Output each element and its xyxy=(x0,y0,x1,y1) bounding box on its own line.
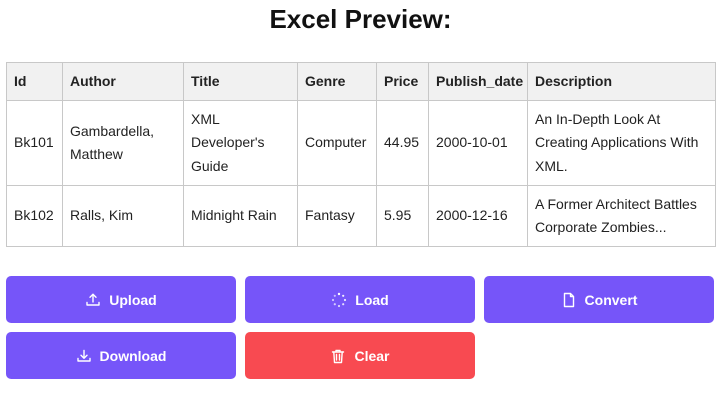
cell-title: XML Developer's Guide xyxy=(183,100,298,186)
cell-id: Bk102 xyxy=(6,185,63,247)
cell-genre: Computer xyxy=(297,100,377,186)
cell-publish-date: 2000-12-16 xyxy=(428,185,528,247)
column-header-title: Title xyxy=(183,62,298,101)
column-header-publish-date: Publish_date xyxy=(428,62,528,101)
page-title: Excel Preview: xyxy=(269,4,452,34)
file-icon xyxy=(561,292,577,308)
cell-author: Ralls, Kim xyxy=(62,185,184,247)
column-header-price: Price xyxy=(376,62,429,101)
cell-publish-date: 2000-10-01 xyxy=(428,100,528,186)
table-header-row: Id Author Title Genre Price Publish_date… xyxy=(6,62,716,101)
column-header-author: Author xyxy=(62,62,184,101)
excel-preview-table: Id Author Title Genre Price Publish_date… xyxy=(6,62,716,247)
cell-description: A Former Architect Battles Corporate Zom… xyxy=(527,185,716,247)
upload-button-label: Upload xyxy=(109,291,157,308)
download-button-label: Download xyxy=(99,347,167,364)
cell-author: Gambardella, Matthew xyxy=(62,100,184,186)
load-button-label: Load xyxy=(355,291,389,308)
column-header-description: Description xyxy=(527,62,716,101)
trash-icon xyxy=(330,348,346,364)
cell-title: Midnight Rain xyxy=(183,185,298,247)
upload-icon xyxy=(85,292,101,308)
spinner-icon xyxy=(331,292,347,308)
cell-genre: Fantasy xyxy=(297,185,377,247)
table-row: Bk101 Gambardella, Matthew XML Developer… xyxy=(6,100,716,186)
cell-id: Bk101 xyxy=(6,100,63,186)
convert-button-label: Convert xyxy=(584,291,638,308)
load-button[interactable]: Load xyxy=(245,276,475,323)
download-icon xyxy=(76,348,92,364)
cell-description: An In-Depth Look At Creating Application… xyxy=(527,100,716,186)
table-row: Bk102 Ralls, Kim Midnight Rain Fantasy 5… xyxy=(6,185,716,247)
clear-button[interactable]: Clear xyxy=(245,332,475,379)
column-header-id: Id xyxy=(6,62,63,101)
clear-button-label: Clear xyxy=(354,347,390,364)
upload-button[interactable]: Upload xyxy=(6,276,236,323)
excel-preview-table-container: Id Author Title Genre Price Publish_date… xyxy=(6,62,716,247)
cell-price: 5.95 xyxy=(376,185,429,247)
cell-price: 44.95 xyxy=(376,100,429,186)
column-header-genre: Genre xyxy=(297,62,377,101)
download-button[interactable]: Download xyxy=(6,332,236,379)
convert-button[interactable]: Convert xyxy=(484,276,714,323)
